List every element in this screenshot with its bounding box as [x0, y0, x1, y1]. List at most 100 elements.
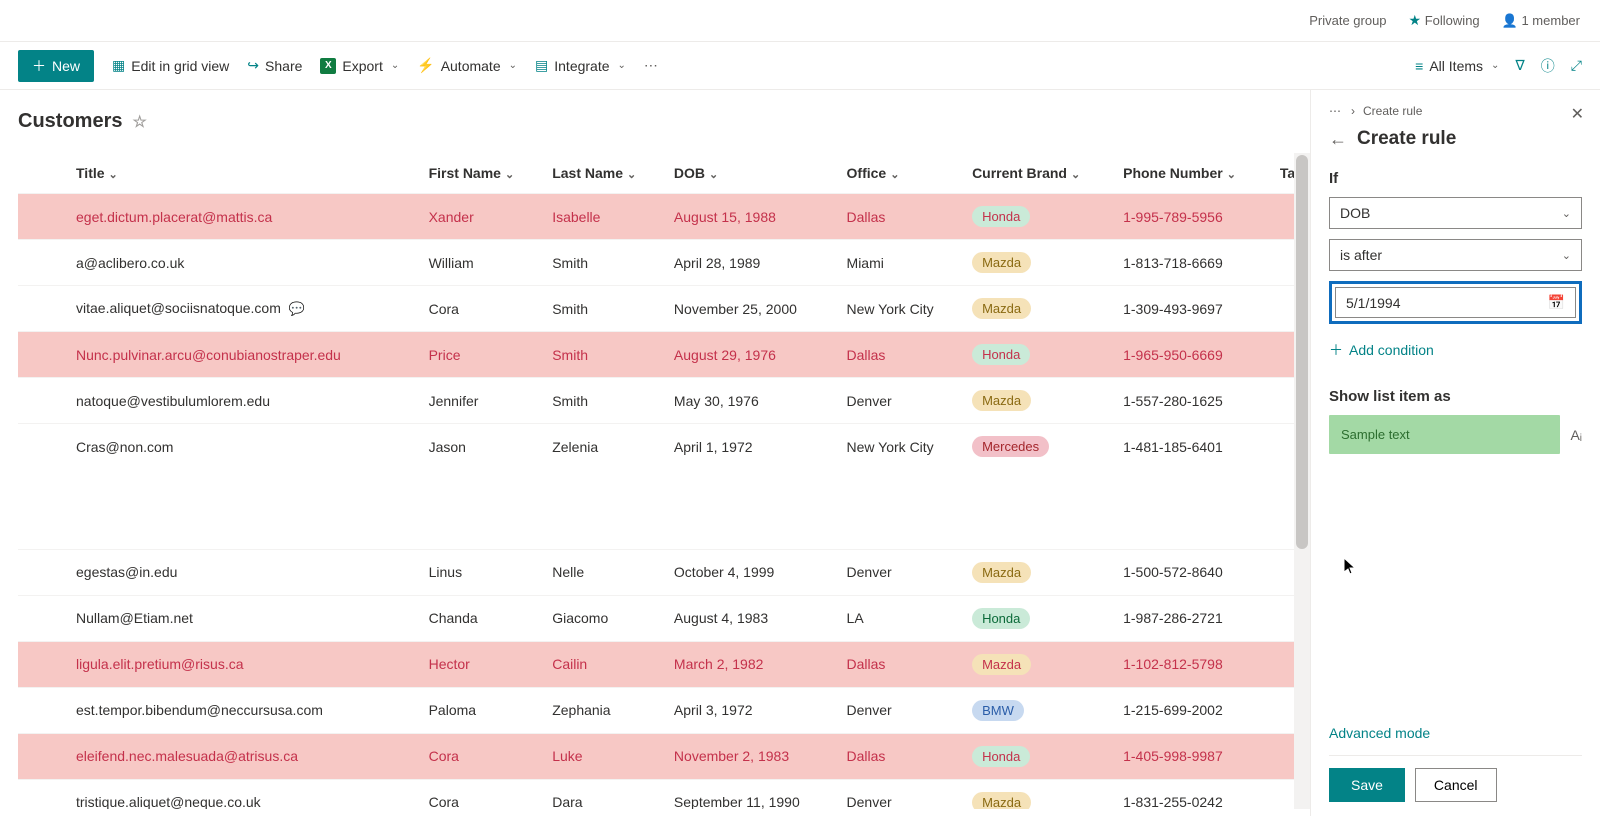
cancel-button[interactable]: Cancel	[1415, 768, 1497, 802]
table-row[interactable]: eget.dictum.placerat@mattis.caXanderIsab…	[18, 194, 1310, 240]
member-count[interactable]: 👤 1 member	[1502, 13, 1580, 29]
chevron-down-icon: ⌄	[1491, 60, 1499, 71]
cell-first: Xander	[421, 194, 545, 240]
edit-style-icon[interactable]: Aᵢ	[1570, 427, 1582, 443]
back-icon[interactable]: ←	[1329, 129, 1347, 150]
table-row[interactable]: a@aclibero.co.ukWilliamSmithApril 28, 19…	[18, 240, 1310, 286]
cell-office: LA	[839, 595, 965, 641]
brand-pill: Mazda	[972, 654, 1031, 675]
cell-office: Denver	[839, 378, 965, 424]
cell-phone: 1-965-950-6669	[1115, 332, 1272, 378]
column-select[interactable]: DOB⌄	[1329, 197, 1582, 229]
cell-phone: 1-405-998-9987	[1115, 733, 1272, 779]
table-row[interactable]: Cras@non.comJasonZeleniaApril 1, 1972New…	[18, 424, 1310, 470]
following-status[interactable]: ★ Following	[1409, 12, 1480, 29]
calendar-icon[interactable]: 📅	[1548, 294, 1565, 311]
share-button[interactable]: ↪Share	[247, 57, 302, 74]
integrate-button[interactable]: ▤Integrate⌄	[535, 57, 626, 74]
list-icon: ≡	[1415, 58, 1423, 74]
cell-first: Cora	[421, 779, 545, 809]
brand-pill: Mazda	[972, 298, 1031, 319]
expand-icon[interactable]: ⤢	[1571, 57, 1582, 74]
view-selector[interactable]: ≡All Items⌄	[1415, 58, 1499, 74]
cell-first: Linus	[421, 549, 545, 595]
brand-pill: Mazda	[972, 792, 1031, 810]
table-row[interactable]: est.tempor.bibendum@neccursusa.comPaloma…	[18, 687, 1310, 733]
table-row[interactable]: Nunc.pulvinar.arcu@conubianostraper.eduP…	[18, 332, 1310, 378]
comment-icon[interactable]: 💬	[289, 301, 305, 316]
cell-last: Smith	[544, 378, 666, 424]
cell-last: Smith	[544, 240, 666, 286]
share-icon: ↪	[247, 57, 259, 74]
cell-first: Price	[421, 332, 545, 378]
table-row[interactable]: Nullam@Etiam.netChandaGiacomoAugust 4, 1…	[18, 595, 1310, 641]
sample-preview[interactable]: Sample text	[1329, 415, 1560, 454]
automate-button[interactable]: ⚡Automate⌄	[417, 57, 517, 74]
table-row[interactable]: eleifend.nec.malesuada@atrisus.caCoraLuk…	[18, 733, 1310, 779]
operator-select[interactable]: is after⌄	[1329, 239, 1582, 271]
excel-icon: X	[320, 58, 336, 74]
brand-pill: Mazda	[972, 252, 1031, 273]
table-row[interactable]	[18, 469, 1310, 549]
chevron-down-icon: ⌄	[509, 60, 517, 71]
brand-pill: Honda	[972, 344, 1030, 365]
add-condition-button[interactable]: ＋Add condition	[1329, 340, 1582, 360]
cell-brand: Honda	[964, 595, 1115, 641]
cell-title: Nunc.pulvinar.arcu@conubianostraper.edu	[18, 332, 421, 378]
chevron-down-icon: ⌄	[1562, 207, 1571, 220]
cell-last: Nelle	[544, 549, 666, 595]
col-title[interactable]: Title⌄	[18, 153, 421, 194]
cell-dob: April 1, 1972	[666, 424, 839, 470]
col-first-name[interactable]: First Name⌄	[421, 153, 545, 194]
cell-phone: 1-831-255-0242	[1115, 779, 1272, 809]
col-last-name[interactable]: Last Name⌄	[544, 153, 666, 194]
table-row[interactable]: ligula.elit.pretium@risus.caHectorCailin…	[18, 641, 1310, 687]
col-brand[interactable]: Current Brand⌄	[964, 153, 1115, 194]
close-icon[interactable]: ✕	[1571, 104, 1584, 124]
export-button[interactable]: XExport⌄	[320, 58, 399, 74]
edit-grid-button[interactable]: ▦Edit in grid view	[112, 57, 229, 74]
favorite-icon[interactable]: ☆	[132, 112, 146, 132]
cell-phone: 1-557-280-1625	[1115, 378, 1272, 424]
cell-brand: Mazda	[964, 779, 1115, 809]
cell-brand: BMW	[964, 687, 1115, 733]
col-office[interactable]: Office⌄	[839, 153, 965, 194]
table-row[interactable]: natoque@vestibulumlorem.eduJenniferSmith…	[18, 378, 1310, 424]
info-icon[interactable]: ⓘ	[1541, 56, 1555, 76]
table-row[interactable]: egestas@in.eduLinusNelleOctober 4, 1999D…	[18, 549, 1310, 595]
col-dob[interactable]: DOB⌄	[666, 153, 839, 194]
filter-icon[interactable]: ∇	[1515, 57, 1524, 74]
chevron-down-icon: ⌄	[1227, 169, 1236, 181]
brand-pill: Mazda	[972, 390, 1031, 411]
advanced-mode-link[interactable]: Advanced mode	[1329, 725, 1582, 741]
chevron-down-icon: ⌄	[109, 169, 118, 181]
date-input[interactable]: 5/1/1994 📅	[1335, 287, 1576, 318]
cell-office: Dallas	[839, 194, 965, 240]
cell-first: Paloma	[421, 687, 545, 733]
cell-last: Cailin	[544, 641, 666, 687]
breadcrumb-root[interactable]: ⋯	[1329, 104, 1343, 118]
chevron-down-icon: ⌄	[709, 169, 718, 181]
cell-dob: November 25, 2000	[666, 286, 839, 332]
cell-brand: Mercedes	[964, 424, 1115, 470]
cell-last: Luke	[544, 733, 666, 779]
table-header-row: Title⌄ First Name⌄ Last Name⌄ DOB⌄ Offic…	[18, 153, 1310, 194]
cell-title: Nullam@Etiam.net	[18, 595, 421, 641]
new-button[interactable]: ＋New	[18, 50, 94, 82]
cell-dob: October 4, 1999	[666, 549, 839, 595]
col-phone[interactable]: Phone Number⌄	[1115, 153, 1272, 194]
create-rule-panel: ✕ ⋯ › Create rule ← Create rule If DOB⌄ …	[1310, 90, 1600, 816]
breadcrumb-current: Create rule	[1363, 104, 1422, 118]
chevron-down-icon: ⌄	[1562, 249, 1571, 262]
cell-phone: 1-987-286-2721	[1115, 595, 1272, 641]
cell-office: Dallas	[839, 641, 965, 687]
scrollbar-thumb[interactable]	[1296, 155, 1308, 549]
list-title: Customers ☆	[18, 110, 1310, 133]
table-row[interactable]: vitae.aliquet@sociisnatoque.com💬CoraSmit…	[18, 286, 1310, 332]
integrate-icon: ▤	[535, 57, 548, 74]
brand-pill: Mercedes	[972, 436, 1049, 457]
overflow-button[interactable]: ⋯	[644, 57, 658, 74]
save-button[interactable]: Save	[1329, 768, 1405, 802]
table-row[interactable]: tristique.aliquet@neque.co.ukCoraDaraSep…	[18, 779, 1310, 809]
vertical-scrollbar[interactable]	[1294, 153, 1310, 809]
